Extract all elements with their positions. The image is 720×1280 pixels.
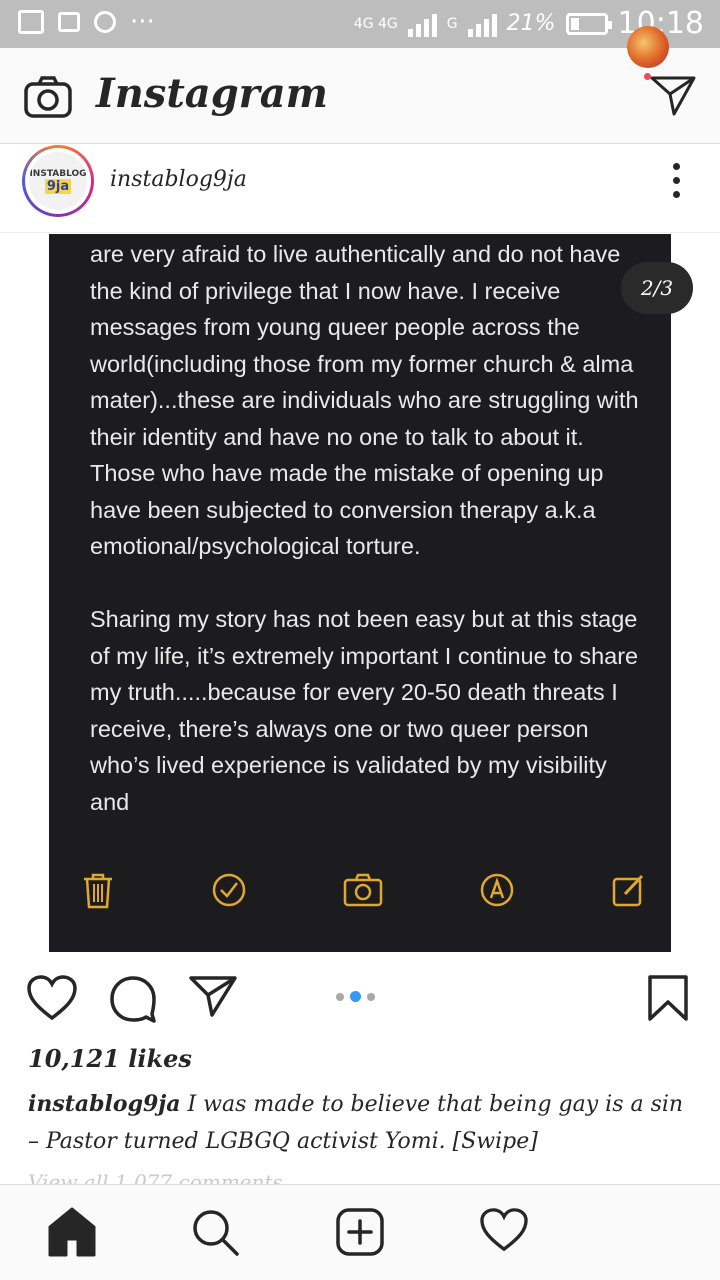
home-icon[interactable]	[48, 1207, 96, 1257]
search-icon[interactable]	[190, 1207, 240, 1257]
compose-icon	[612, 874, 644, 907]
post-image-paragraph: are very afraid to live authentically an…	[90, 241, 639, 559]
status-bar: ··· 4G 4G G 21% 10:18	[0, 0, 720, 48]
bookmark-icon[interactable]	[646, 974, 690, 1022]
notification-dot	[644, 73, 651, 80]
notification-icon	[94, 11, 116, 33]
avatar[interactable]: INSTABLOG 9ja	[22, 145, 94, 217]
camera-icon[interactable]	[24, 76, 72, 118]
network-type-2: G	[446, 15, 458, 32]
activity-icon[interactable]	[479, 1207, 529, 1253]
like-count[interactable]: 10,121 likes	[28, 1044, 192, 1073]
profile-avatar[interactable]	[627, 26, 669, 68]
avatar-text-2: 9ja	[44, 178, 72, 194]
bottom-nav	[0, 1184, 720, 1280]
battery-percent: 21%	[506, 11, 556, 36]
avatar-text: INSTABLOG	[29, 168, 87, 179]
app-header: Instagram	[0, 48, 720, 144]
signal-icon	[407, 11, 437, 37]
markup-icon	[480, 873, 514, 907]
carousel-dot-active	[350, 991, 361, 1002]
share-icon[interactable]	[188, 974, 238, 1018]
camera-icon	[343, 873, 383, 907]
battery-icon	[565, 12, 612, 35]
post-image-paragraph: Sharing my story has not been easy but a…	[90, 606, 639, 815]
message-icon	[18, 10, 44, 34]
view-comments-link[interactable]: View all 1,077 comments	[28, 1170, 283, 1184]
carousel-counter: 2/3	[621, 262, 693, 314]
caption-username[interactable]: instablog9ja	[28, 1091, 180, 1117]
paper-plane-icon[interactable]	[650, 74, 696, 116]
post-header: INSTABLOG 9ja instablog9ja	[0, 145, 720, 233]
gallery-icon	[58, 12, 80, 32]
carousel-indicator	[336, 991, 375, 1002]
post-caption: instablog9ja I was made to believe that …	[28, 1086, 688, 1160]
signal-icon-2	[467, 11, 497, 37]
post-image[interactable]: are very afraid to live authentically an…	[49, 234, 671, 952]
trash-icon	[84, 873, 112, 909]
check-circle-icon	[212, 873, 246, 907]
app-logo: Instagram	[96, 70, 328, 117]
new-post-icon[interactable]	[335, 1207, 385, 1257]
carousel-dot	[367, 992, 375, 1001]
network-type: 4G 4G	[353, 15, 398, 32]
post-image-text: are very afraid to live authentically an…	[90, 236, 650, 820]
post-actions	[0, 966, 720, 1036]
comment-icon[interactable]	[108, 974, 158, 1024]
more-options-icon[interactable]	[673, 163, 680, 198]
carousel-dot	[336, 992, 344, 1001]
heart-icon[interactable]	[26, 974, 78, 1022]
post-username[interactable]: instablog9ja	[110, 167, 247, 192]
more-dots-icon: ···	[130, 7, 155, 37]
